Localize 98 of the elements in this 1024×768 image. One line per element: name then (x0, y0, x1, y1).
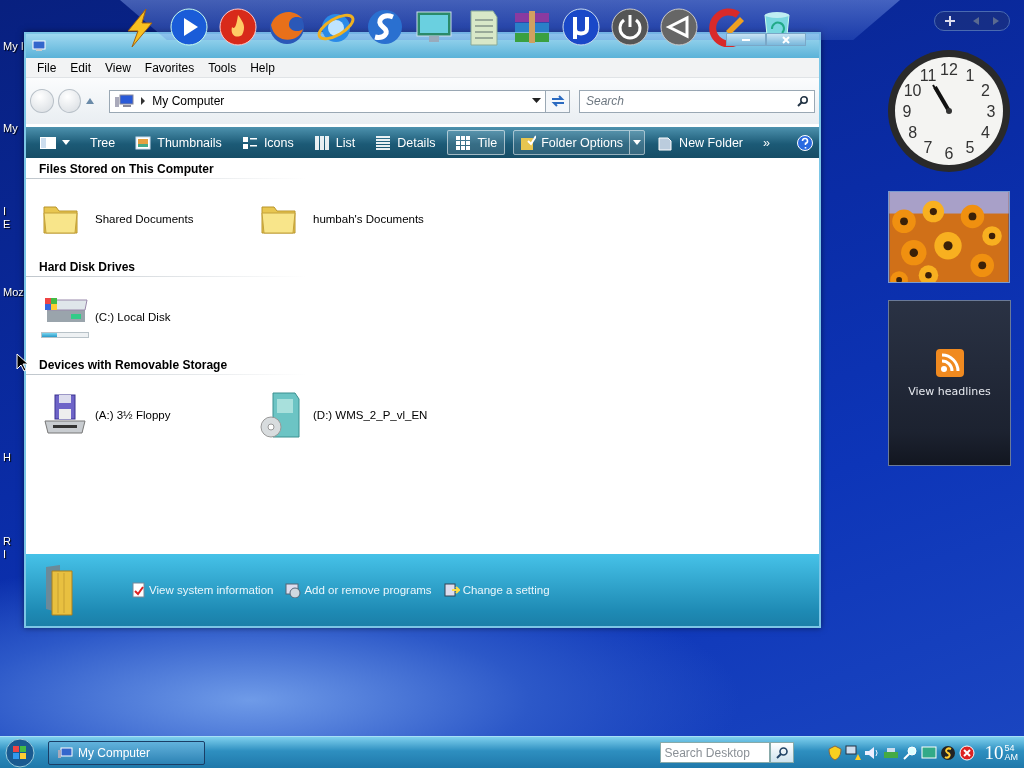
clock-numeral: 1 (965, 66, 975, 84)
more-button[interactable]: » (755, 130, 778, 155)
section-heading: Hard Disk Drives (26, 258, 306, 277)
view-button[interactable]: Tree (82, 130, 124, 155)
dropdown-icon (532, 98, 542, 104)
thumbnail-icon (135, 135, 152, 150)
download-orb-icon[interactable] (561, 7, 601, 47)
clock-numeral: 3 (986, 103, 996, 120)
document-check-icon (132, 582, 146, 598)
fox-globe-icon[interactable] (267, 7, 307, 47)
search-button[interactable] (769, 742, 794, 763)
clock-minute: 54 (1004, 743, 1016, 753)
close-icon (782, 35, 790, 44)
help-icon (797, 134, 813, 151)
section-heading: Devices with Removable Storage (26, 356, 306, 375)
desktop-icon-label[interactable]: R I (3, 535, 11, 561)
refresh-button[interactable] (545, 89, 570, 113)
feed-label: View headlines (908, 384, 991, 398)
computer-icon (114, 94, 135, 108)
network-warning-icon (844, 744, 861, 761)
desktop-icon-label[interactable]: Moz (3, 286, 24, 299)
folder-options-button[interactable]: Folder Options (514, 131, 631, 154)
up-icon (85, 97, 96, 105)
item-label[interactable]: (D:) WMS_2_P_vl_EN (313, 408, 428, 421)
details-view-icon (375, 134, 392, 151)
clock-numeral: 11 (919, 66, 937, 84)
desktop-icon-label[interactable]: I E (3, 205, 11, 231)
icons-view-icon (241, 135, 258, 150)
speaker-icon (863, 744, 880, 761)
magnifier-icon (901, 744, 918, 761)
cd-drive-icon (259, 390, 303, 439)
menu-item[interactable]: File (30, 58, 64, 77)
clock-numeral: 7 (923, 139, 933, 157)
disk-usage-bar (41, 331, 89, 338)
menu-item[interactable]: Favorites (137, 58, 202, 77)
power-icon[interactable] (610, 7, 650, 47)
clock-numeral: 5 (965, 139, 975, 157)
chevron-icon (140, 97, 147, 105)
clock-numeral: 8 (908, 124, 918, 141)
caret-icon (62, 140, 70, 145)
menu-item[interactable]: Tools (201, 58, 244, 77)
monitor-icon (920, 744, 937, 761)
shield-icon (827, 744, 842, 761)
feed-gadget[interactable]: View headlines (888, 300, 1011, 466)
new-folder-button[interactable]: New Folder (649, 130, 752, 155)
clock-numeral: 4 (980, 124, 990, 141)
caret-icon (633, 140, 642, 145)
menu-item[interactable]: View (98, 58, 138, 77)
desktop-icon-label[interactable]: H (3, 451, 11, 464)
clock-numeral: 6 (944, 145, 954, 162)
desktop-icon-label[interactable]: My (3, 122, 18, 135)
computer-icon (57, 746, 73, 759)
item-label[interactable]: Shared Documents (95, 212, 194, 225)
list-view-icon (313, 134, 330, 151)
swirl-icon[interactable] (365, 7, 405, 47)
clock-hour: 10 (984, 741, 1004, 764)
folder-check-icon (520, 134, 537, 151)
dropdown-button[interactable] (630, 131, 645, 154)
start-button[interactable] (4, 737, 36, 768)
menu-item[interactable]: Help (243, 58, 282, 77)
search-icon (775, 746, 788, 759)
clock-hands (932, 84, 952, 114)
refresh-icon (549, 95, 566, 107)
new-folder-icon (657, 134, 674, 151)
view-button[interactable]: Icons (233, 130, 302, 155)
play-icon[interactable] (169, 7, 209, 47)
search-field[interactable]: Search (579, 89, 815, 113)
clock-numeral: 12 (940, 61, 958, 78)
clock-numeral: 10 (903, 82, 922, 99)
swirl-icon (939, 744, 956, 761)
rss-icon (935, 348, 964, 377)
item-label[interactable]: humbah's Documents (313, 212, 424, 225)
cd-box-icon (285, 582, 302, 598)
computer-icon (32, 40, 46, 52)
add-icon[interactable] (945, 16, 955, 26)
clock-numeral: 2 (980, 82, 990, 99)
address-field[interactable]: My Computer (109, 89, 547, 113)
view-button[interactable]: Thumbnails (127, 130, 230, 155)
address-text: My Computer (152, 94, 226, 108)
item-label[interactable]: (C:) Local Disk (95, 310, 171, 323)
view-button[interactable]: Details (367, 130, 444, 155)
view-button[interactable]: List (305, 130, 364, 155)
floppy-drive-icon (41, 392, 89, 437)
section-heading: Files Stored on This Computer (26, 160, 306, 179)
folder-options-split-button[interactable]: Folder Options (513, 130, 646, 155)
tile-view-icon (455, 134, 472, 151)
desktop-search-field[interactable]: Search Desktop (659, 742, 770, 763)
control-panel-icon (443, 582, 460, 598)
layout-icon (40, 136, 56, 149)
search-icon (797, 95, 808, 107)
flame-icon[interactable] (218, 7, 258, 47)
clock-numeral: 9 (902, 103, 912, 120)
menu-item[interactable]: Edit (63, 58, 99, 77)
desktop-icon-label[interactable]: My I (3, 40, 24, 53)
clock-period: AM (1004, 752, 1018, 762)
error-icon (958, 744, 975, 761)
view-button[interactable]: Tile (447, 130, 506, 155)
item-label[interactable]: (A:) 3½ Floppy (95, 408, 171, 421)
